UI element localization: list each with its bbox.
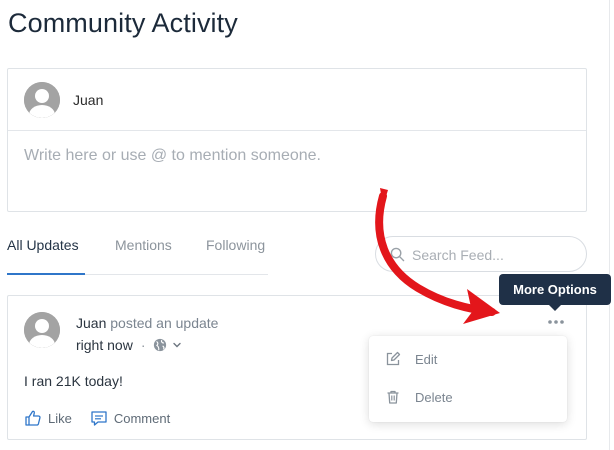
menu-item-edit[interactable]: Edit (385, 349, 437, 369)
like-button[interactable]: Like (24, 409, 72, 427)
feed-tabs: All Updates Mentions Following (7, 230, 268, 275)
thumbs-up-icon (25, 410, 41, 426)
chevron-down-icon[interactable] (172, 340, 182, 350)
composer-user-name: Juan (73, 92, 104, 108)
page-title: Community Activity (8, 8, 238, 38)
post-meta: right now · (76, 337, 182, 353)
active-tab-indicator (7, 273, 85, 275)
user-silhouette-icon (24, 312, 60, 348)
trash-icon (387, 390, 399, 404)
like-label: Like (48, 410, 72, 426)
tooltip-arrow (548, 304, 562, 311)
composer-header: Juan (8, 69, 586, 131)
post-timestamp[interactable]: right now (76, 337, 133, 353)
search-icon (390, 247, 405, 262)
comment-label: Comment (113, 410, 171, 426)
page-divider (609, 0, 610, 450)
tab-mentions[interactable]: Mentions (115, 237, 172, 253)
menu-item-delete[interactable]: Delete (385, 387, 453, 407)
post-action-text: posted an update (110, 315, 219, 331)
more-options-tooltip: More Options (499, 274, 611, 305)
post-avatar (24, 312, 60, 348)
composer-input[interactable]: Write here or use @ to mention someone. (24, 147, 321, 165)
menu-item-label: Edit (415, 351, 438, 367)
user-silhouette-icon (24, 82, 60, 118)
post-author-name[interactable]: Juan (76, 315, 106, 331)
more-options-menu: Edit Delete (369, 336, 567, 422)
more-options-button[interactable] (546, 315, 566, 329)
comment-icon (91, 411, 107, 426)
post-composer: Juan Write here or use @ to mention some… (7, 68, 587, 212)
menu-item-label: Delete (415, 389, 453, 405)
avatar (24, 82, 60, 118)
search-input[interactable]: Search Feed... (375, 236, 587, 272)
post-header: Juan posted an update (76, 315, 218, 331)
globe-icon[interactable] (153, 338, 167, 352)
tab-all-updates[interactable]: All Updates (7, 237, 79, 253)
search-placeholder: Search Feed... (412, 247, 504, 263)
tab-following[interactable]: Following (206, 237, 265, 253)
post-body: I ran 21K today! (24, 373, 123, 389)
comment-button[interactable]: Comment (90, 409, 170, 427)
post-actions: Like Comment (24, 409, 188, 427)
meta-separator: · (140, 337, 146, 353)
edit-icon (386, 351, 401, 366)
